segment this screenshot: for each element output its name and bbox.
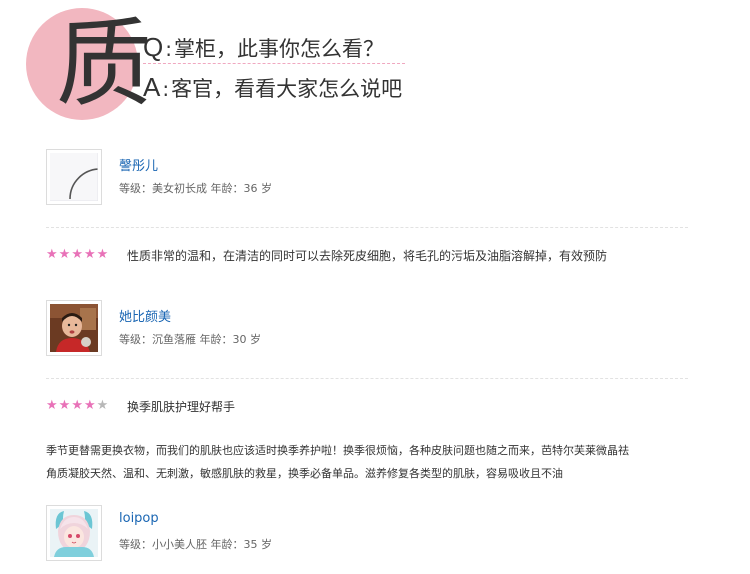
answer-text: 客官，看看大家怎么说吧 <box>171 77 403 101</box>
star-filled-icon: ★ <box>83 398 97 413</box>
review-text: 性质非常的温和，在清洁的同时可以去除死皮细胞，将毛孔的污垢及油脂溶解掉，有效预防 <box>127 249 608 263</box>
answer-letter: A <box>143 72 161 102</box>
avatar[interactable] <box>46 149 102 205</box>
user-name-link[interactable]: loipop <box>119 511 159 526</box>
star-filled-icon: ★ <box>46 247 59 262</box>
level-label: 等级： <box>119 333 152 346</box>
star-empty-icon: ★ <box>96 398 110 413</box>
star-filled-icon: ★ <box>58 247 72 262</box>
header-divider <box>143 63 405 64</box>
divider <box>46 227 688 228</box>
divider <box>46 378 688 379</box>
badge-char: 质 <box>56 8 152 120</box>
star-filled-icon: ★ <box>96 247 110 262</box>
age-label: 年龄： <box>199 333 233 346</box>
user-meta: 等级：美女初长成 年龄：36 岁 <box>119 180 272 196</box>
question-colon: : <box>165 37 172 61</box>
answer-colon: : <box>162 77 170 101</box>
star-filled-icon: ★ <box>71 398 84 413</box>
user-age: 36 <box>243 182 258 195</box>
age-unit: 岁 <box>261 538 272 551</box>
age-label: 年龄： <box>210 182 244 195</box>
star-filled-icon: ★ <box>58 398 72 413</box>
avatar[interactable] <box>46 505 102 561</box>
user-level: 小小美人胚 <box>152 538 207 551</box>
user-level: 沉鱼落雁 <box>152 333 196 346</box>
review-title: 换季肌肤护理好帮手 <box>127 400 236 414</box>
review-user-1: 謦彤儿 等级：美女初长成 年龄：36 岁 <box>46 149 646 207</box>
question-letter: Q <box>143 32 164 62</box>
star-rating: ★★★★★ <box>46 247 109 262</box>
anime-girl-avatar-icon <box>50 509 98 557</box>
default-avatar-icon <box>50 153 98 201</box>
review-body: 季节更替需更换衣物，而我们的肌肤也应该适时换季养护啦！换季很烦恼，各种皮肤问题也… <box>46 439 696 485</box>
question-line: Q:掌柜，此事你怎么看？ <box>143 32 384 63</box>
star-filled-icon: ★ <box>83 247 97 262</box>
user-name-link[interactable]: 謦彤儿 <box>119 155 158 174</box>
avatar[interactable] <box>46 300 102 356</box>
level-label: 等级： <box>119 538 152 551</box>
user-name-link[interactable]: 她比颜美 <box>119 306 171 325</box>
star-rating: ★★★★★ <box>46 398 109 413</box>
user-meta: 等级：小小美人胚 年龄：35 岁 <box>119 536 272 552</box>
user-age: 35 <box>243 538 258 551</box>
review-user-3: loipop 等级：小小美人胚 年龄：35 岁 <box>46 505 646 563</box>
review-body-line: 季节更替需更换衣物，而我们的肌肤也应该适时换季养护啦！换季很烦恼，各种皮肤问题也… <box>46 444 629 457</box>
star-filled-icon: ★ <box>71 247 84 262</box>
age-unit: 岁 <box>250 333 261 346</box>
question-text: 掌柜，此事你怎么看？ <box>173 37 384 61</box>
star-filled-icon: ★ <box>46 398 59 413</box>
level-label: 等级： <box>119 182 152 195</box>
answer-line: A:客官，看看大家怎么说吧 <box>143 72 402 103</box>
user-age: 30 <box>232 333 247 346</box>
user-meta: 等级：沉鱼落雁 年龄：30 岁 <box>119 331 261 347</box>
age-unit: 岁 <box>261 182 272 195</box>
user-level: 美女初长成 <box>152 182 207 195</box>
quality-badge: 质 <box>26 8 152 120</box>
review-user-2: 她比颜美 等级：沉鱼落雁 年龄：30 岁 <box>46 300 646 358</box>
rating-row-1: ★★★★★ 性质非常的温和，在清洁的同时可以去除死皮细胞，将毛孔的污垢及油脂溶解… <box>46 247 726 265</box>
review-body-line: 角质凝胶天然、温和、无刺激，敏感肌肤的救星，换季必备单品。滋养修复各类型的肌肤，… <box>46 467 563 480</box>
age-label: 年龄： <box>210 538 244 551</box>
qa-header: 质 Q:掌柜，此事你怎么看？ A:客官，看看大家怎么说吧 <box>0 0 750 130</box>
rating-row-2: ★★★★★ 换季肌肤护理好帮手 <box>46 398 726 416</box>
child-photo-avatar-icon <box>50 304 98 352</box>
